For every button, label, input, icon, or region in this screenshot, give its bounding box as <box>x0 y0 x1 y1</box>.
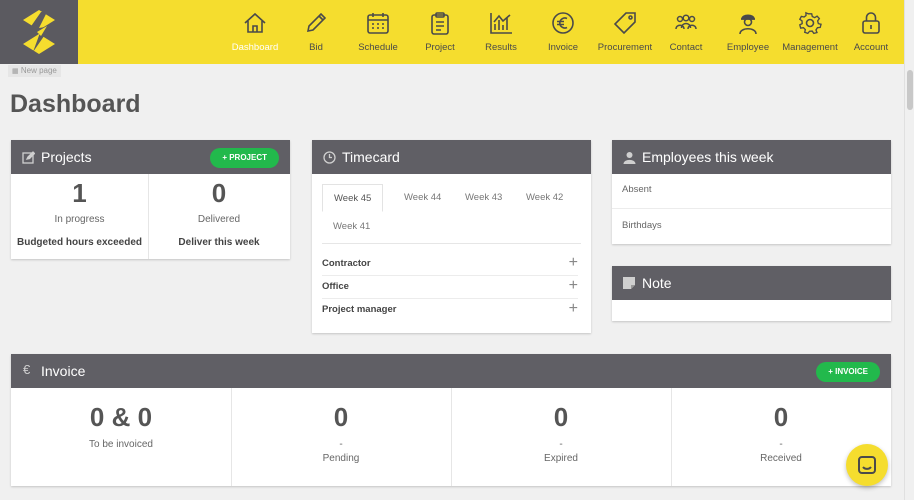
invoice-stat-pending[interactable]: 0 - Pending <box>231 388 451 486</box>
projects-card: Projects + PROJECT 1 In progress Budgete… <box>11 140 290 259</box>
lightning-logo-icon <box>23 10 55 54</box>
new-page-label: New page <box>20 66 57 75</box>
project-manager-label: Project manager <box>322 304 397 315</box>
in-progress-label: In progress <box>54 214 105 225</box>
nav-item-results[interactable]: Results <box>470 0 532 64</box>
app-logo[interactable] <box>0 0 78 64</box>
worker-icon <box>739 14 757 35</box>
chat-support-button[interactable] <box>846 444 888 486</box>
employees-title: Employees this week <box>642 149 774 165</box>
pending-dash: - <box>339 439 343 450</box>
nav-item-employee[interactable]: Employee <box>717 0 779 64</box>
invoice-title: Invoice <box>41 363 86 379</box>
pending-count: 0 <box>333 402 349 432</box>
tab-week-45[interactable]: Week 45 <box>322 184 384 212</box>
expired-count: 0 <box>553 402 569 432</box>
tab-week-43[interactable]: Week 43 <box>454 184 513 212</box>
received-count: 0 <box>773 402 789 432</box>
nav-item-dashboard[interactable]: Dashboard <box>224 0 286 64</box>
birthdays-row: Birthdays <box>622 220 662 231</box>
expand-contractor-plus-icon[interactable]: + <box>569 253 578 273</box>
page-title: Dashboard <box>10 90 141 118</box>
nav-item-management[interactable]: Management <box>779 0 841 64</box>
delivered-count: 0 <box>211 178 227 208</box>
employees-week-card: Employees this week Absent Birthdays <box>612 140 891 244</box>
add-project-button[interactable]: + PROJECT <box>210 148 279 168</box>
new-page-badge[interactable]: ▦ New page <box>8 65 61 77</box>
euro-icon: € <box>23 362 31 377</box>
note-title: Note <box>642 275 672 291</box>
expand-office-plus-icon[interactable]: + <box>569 276 578 296</box>
note-content-area[interactable] <box>612 300 891 321</box>
clock-icon <box>323 151 336 164</box>
home-icon <box>244 12 266 33</box>
chat-icon <box>858 456 876 474</box>
expand-project-manager-plus-icon[interactable]: + <box>569 299 578 319</box>
week-tabs: Week 45 Week 44 Week 43 Week 42 Week 41 <box>322 184 581 244</box>
pending-label: Pending <box>322 453 360 464</box>
to-be-invoiced-count: 0 & 0 <box>89 402 153 432</box>
euro-icon <box>552 12 574 34</box>
delivered-label: Delivered <box>197 214 241 225</box>
projects-card-header: Projects + PROJECT <box>11 140 290 174</box>
deliver-this-week-link[interactable]: Deliver this week <box>148 237 290 248</box>
invoice-card-header: € Invoice + INVOICE <box>11 354 891 388</box>
tag-icon <box>613 12 636 35</box>
tab-week-44[interactable]: Week 44 <box>393 184 452 212</box>
gear-icon <box>798 11 822 35</box>
user-icon <box>623 152 636 164</box>
top-navigation-bar: Dashboard Bid Schedule Project Results I… <box>0 0 904 64</box>
projects-title: Projects <box>41 149 92 165</box>
add-invoice-button[interactable]: + INVOICE <box>816 362 880 382</box>
edit-icon <box>22 151 35 164</box>
projects-stat-delivered[interactable]: 0 Delivered Deliver this week <box>148 174 290 259</box>
note-card: Note <box>612 266 891 321</box>
office-label: Office <box>322 281 349 292</box>
nav-item-schedule[interactable]: Schedule <box>347 0 409 64</box>
bar-chart-icon <box>490 13 512 34</box>
pencil-icon <box>306 12 327 33</box>
in-progress-count: 1 <box>72 178 87 208</box>
tab-week-41[interactable]: Week 41 <box>322 213 381 241</box>
timecard-title: Timecard <box>342 149 400 165</box>
absent-row: Absent <box>612 174 891 209</box>
page-scrollbar[interactable] <box>904 0 914 500</box>
timecard-row-office[interactable]: Office + <box>322 276 578 299</box>
tab-week-42[interactable]: Week 42 <box>515 184 574 212</box>
invoice-stat-expired[interactable]: 0 - Expired <box>451 388 671 486</box>
lock-icon <box>862 12 880 34</box>
note-icon <box>623 277 635 289</box>
contractor-label: Contractor <box>322 258 371 269</box>
expired-label: Expired <box>544 453 578 464</box>
to-be-invoiced-label: To be invoiced <box>89 439 153 450</box>
nav-item-account[interactable]: Account <box>840 0 902 64</box>
invoice-card: € Invoice + INVOICE 0 & 0 To be invoiced… <box>11 354 891 486</box>
scrollbar-thumb[interactable] <box>907 70 913 110</box>
calendar-icon <box>367 13 389 34</box>
expired-dash: - <box>559 439 563 450</box>
new-page-icon: ▦ <box>12 68 19 75</box>
employees-card-header: Employees this week <box>612 140 891 174</box>
nav-label-account: Account <box>853 42 889 53</box>
nav-item-procurement[interactable]: Procurement <box>594 0 656 64</box>
note-card-header: Note <box>612 266 891 300</box>
nav-item-project[interactable]: Project <box>409 0 471 64</box>
projects-stat-in-progress[interactable]: 1 In progress Budgeted hours exceeded <box>11 174 148 259</box>
nav-item-bid[interactable]: Bid <box>285 0 347 64</box>
nav-item-contact[interactable]: Contact <box>655 0 717 64</box>
invoice-stat-to-be-invoiced[interactable]: 0 & 0 To be invoiced <box>11 388 231 486</box>
budgeted-hours-exceeded-link[interactable]: Budgeted hours exceeded <box>11 237 148 248</box>
timecard-row-contractor[interactable]: Contractor + <box>322 253 578 276</box>
timecard-row-project-manager[interactable]: Project manager + <box>322 299 578 322</box>
timecard-card: Timecard Week 45 Week 44 Week 43 Week 42… <box>312 140 591 333</box>
timecard-card-header: Timecard <box>312 140 591 174</box>
clipboard-icon <box>431 12 449 35</box>
nav-item-invoice[interactable]: Invoice <box>532 0 594 64</box>
people-icon <box>675 14 697 30</box>
